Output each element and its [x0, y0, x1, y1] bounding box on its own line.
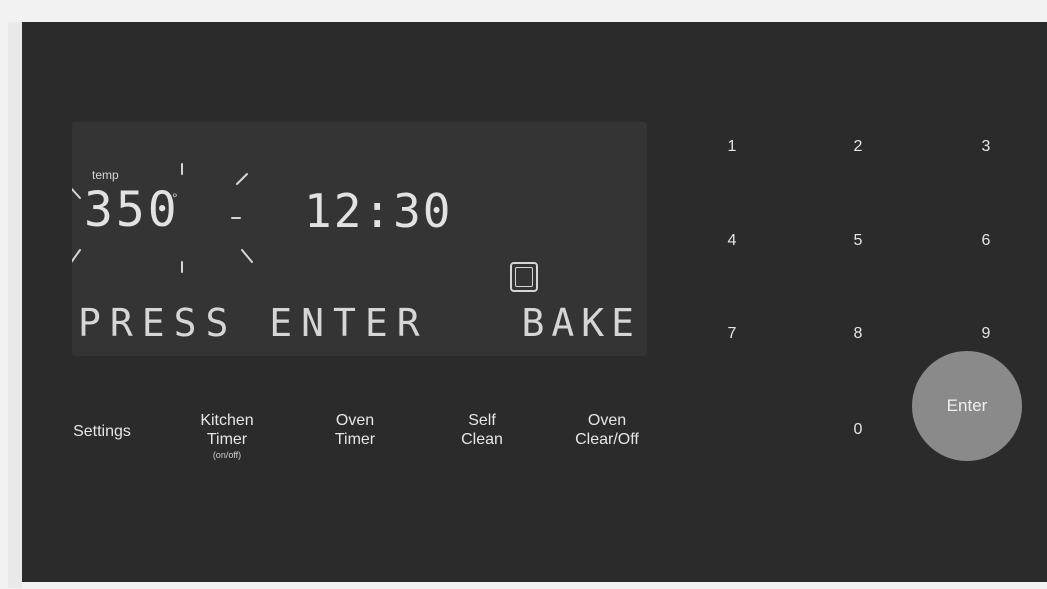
oven-control-panel: temp 350 ° 12:30 PRESS ENTER BAKE Settin…	[22, 22, 1047, 582]
oven-timer-button[interactable]: Oven Timer	[315, 411, 395, 449]
temperature-readout: 350	[84, 182, 180, 238]
keypad-5[interactable]: 5	[838, 226, 878, 256]
settings-label: Settings	[73, 423, 131, 440]
oven-icon	[510, 262, 538, 292]
oven-clear-label-1: Oven	[587, 412, 627, 429]
temp-label: temp	[92, 168, 119, 182]
keypad-7[interactable]: 7	[712, 319, 752, 349]
keypad-0[interactable]: 0	[838, 415, 878, 445]
oven-clear-label-2: Clear/Off	[575, 431, 639, 448]
keypad-4[interactable]: 4	[712, 226, 752, 256]
keypad-6[interactable]: 6	[966, 226, 1006, 256]
keypad-1[interactable]: 1	[712, 132, 752, 162]
keypad-2[interactable]: 2	[838, 132, 878, 162]
self-clean-label-2: Clean	[461, 431, 503, 448]
keypad-9[interactable]: 9	[966, 319, 1006, 349]
kitchen-timer-sublabel: (on/off)	[212, 450, 242, 460]
self-clean-button[interactable]: Self Clean	[442, 411, 522, 449]
oven-clear-off-button[interactable]: Oven Clear/Off	[562, 411, 652, 449]
settings-button[interactable]: Settings	[62, 422, 142, 441]
keypad-8[interactable]: 8	[838, 319, 878, 349]
self-clean-label-1: Self	[468, 412, 496, 429]
clock-readout: 12:30	[304, 184, 453, 238]
lcd-display: temp 350 ° 12:30 PRESS ENTER BAKE	[72, 122, 647, 356]
keypad-3[interactable]: 3	[966, 132, 1006, 162]
kitchen-timer-label-1: Kitchen	[200, 412, 254, 429]
degree-symbol: °	[172, 190, 178, 206]
oven-timer-label-2: Timer	[334, 431, 376, 448]
enter-button[interactable]: Enter	[912, 351, 1022, 461]
status-message: PRESS ENTER	[78, 301, 429, 345]
kitchen-timer-button[interactable]: Kitchen Timer (on/off)	[177, 411, 277, 461]
oven-timer-label-1: Oven	[335, 412, 375, 429]
panel-edge	[8, 22, 22, 588]
cooking-mode: BAKE	[521, 301, 641, 345]
kitchen-timer-label-2: Timer	[206, 431, 248, 448]
